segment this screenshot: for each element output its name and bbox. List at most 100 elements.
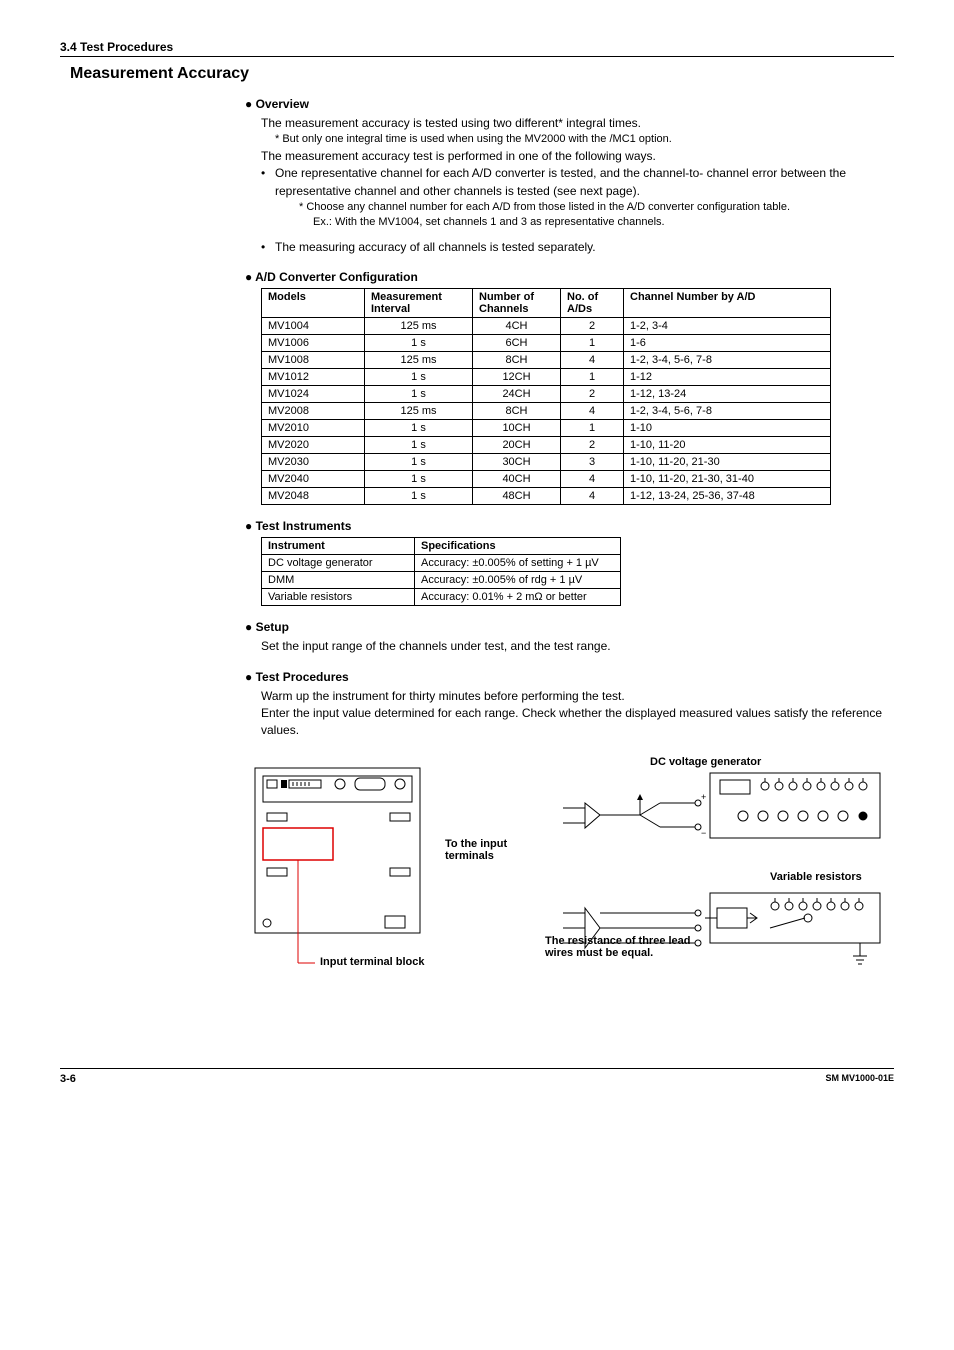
overview-heading: ● Overview bbox=[245, 97, 894, 111]
dc-generator-label: DC voltage generator bbox=[650, 756, 761, 768]
table-row: Variable resistorsAccuracy: 0.01% + 2 mΩ… bbox=[262, 589, 621, 606]
cell-channel-number: 1-2, 3-4, 5-6, 7-8 bbox=[624, 352, 831, 369]
variable-resistors-label: Variable resistors bbox=[770, 871, 862, 883]
to-input-label: To the input terminals bbox=[445, 838, 535, 862]
cell-spec: Accuracy: 0.01% + 2 mΩ or better bbox=[415, 589, 621, 606]
cell-interval: 1 s bbox=[365, 471, 473, 488]
overview-line1: The measurement accuracy is tested using… bbox=[261, 115, 894, 132]
cell-model: MV2008 bbox=[262, 403, 365, 420]
table-row: MV20481 s48CH41-12, 13-24, 25-36, 37-48 bbox=[262, 488, 831, 505]
instruments-table: Instrument Specifications DC voltage gen… bbox=[261, 537, 621, 606]
table-row: MV1004125 ms4CH21-2, 3-4 bbox=[262, 318, 831, 335]
th-mi: Measurement Interval bbox=[365, 289, 473, 318]
page-title: Measurement Accuracy bbox=[70, 65, 894, 83]
cell-channels: 20CH bbox=[473, 437, 561, 454]
cell-model: MV2010 bbox=[262, 420, 365, 437]
cell-channel-number: 1-2, 3-4, 5-6, 7-8 bbox=[624, 403, 831, 420]
cell-channels: 12CH bbox=[473, 369, 561, 386]
cell-channel-number: 1-6 bbox=[624, 335, 831, 352]
cell-ads: 4 bbox=[561, 471, 624, 488]
svg-text:+: + bbox=[701, 792, 706, 802]
overview-note2a: * Choose any channel number for each A/D… bbox=[299, 200, 894, 215]
bullet-dot: • bbox=[261, 239, 275, 256]
cell-ads: 4 bbox=[561, 403, 624, 420]
cell-model: MV2030 bbox=[262, 454, 365, 471]
cell-interval: 1 s bbox=[365, 369, 473, 386]
cell-model: MV1004 bbox=[262, 318, 365, 335]
cell-model: MV2040 bbox=[262, 471, 365, 488]
bullet-dot: • bbox=[261, 165, 275, 200]
th-ch: Number of Channels bbox=[473, 289, 561, 318]
cell-model: MV1006 bbox=[262, 335, 365, 352]
table-row: MV1008125 ms8CH41-2, 3-4, 5-6, 7-8 bbox=[262, 352, 831, 369]
cell-interval: 1 s bbox=[365, 437, 473, 454]
svg-text:−: − bbox=[701, 828, 706, 838]
cell-channels: 30CH bbox=[473, 454, 561, 471]
table-row: MV10241 s24CH21-12, 13-24 bbox=[262, 386, 831, 403]
overview-line2: The measurement accuracy test is perform… bbox=[261, 148, 894, 165]
table-row: MV10061 s6CH11-6 bbox=[262, 335, 831, 352]
cell-instrument: DC voltage generator bbox=[262, 555, 415, 572]
cell-channel-number: 1-12 bbox=[624, 369, 831, 386]
cell-channels: 48CH bbox=[473, 488, 561, 505]
table-row: MV20101 s10CH11-10 bbox=[262, 420, 831, 437]
lead-wires-label: The resistance of three lead wires must … bbox=[545, 935, 710, 959]
page-number: 3-6 bbox=[60, 1073, 76, 1085]
cell-interval: 1 s bbox=[365, 386, 473, 403]
cell-ads: 1 bbox=[561, 335, 624, 352]
cell-ads: 2 bbox=[561, 386, 624, 403]
overview-bullet2: The measuring accuracy of all channels i… bbox=[275, 239, 596, 256]
adc-heading: ● A/D Converter Configuration bbox=[245, 270, 894, 284]
diagram-svg: + − bbox=[245, 758, 905, 1018]
cell-channels: 4CH bbox=[473, 318, 561, 335]
cell-interval: 1 s bbox=[365, 420, 473, 437]
cell-channel-number: 1-12, 13-24 bbox=[624, 386, 831, 403]
overview-note2b: Ex.: With the MV1004, set channels 1 and… bbox=[313, 215, 894, 230]
cell-model: MV1024 bbox=[262, 386, 365, 403]
overview-note1: * But only one integral time is used whe… bbox=[275, 132, 894, 147]
procedures-line1: Warm up the instrument for thirty minute… bbox=[261, 688, 894, 705]
table-row: MV20301 s30CH31-10, 11-20, 21-30 bbox=[262, 454, 831, 471]
th-models: Models bbox=[262, 289, 365, 318]
cell-ads: 2 bbox=[561, 437, 624, 454]
cell-channels: 24CH bbox=[473, 386, 561, 403]
cell-ads: 1 bbox=[561, 369, 624, 386]
cell-model: MV2020 bbox=[262, 437, 365, 454]
cell-ads: 4 bbox=[561, 488, 624, 505]
cell-channel-number: 1-2, 3-4 bbox=[624, 318, 831, 335]
table-row: MV20201 s20CH21-10, 11-20 bbox=[262, 437, 831, 454]
overview-bullet1a: One representative channel for each A/D … bbox=[275, 166, 703, 180]
cell-channels: 8CH bbox=[473, 403, 561, 420]
cell-spec: Accuracy: ±0.005% of setting + 1 µV bbox=[415, 555, 621, 572]
cell-interval: 1 s bbox=[365, 488, 473, 505]
cell-channel-number: 1-12, 13-24, 25-36, 37-48 bbox=[624, 488, 831, 505]
table-row: MV10121 s12CH11-12 bbox=[262, 369, 831, 386]
table-row: DMMAccuracy: ±0.005% of rdg + 1 µV bbox=[262, 572, 621, 589]
cell-ads: 3 bbox=[561, 454, 624, 471]
cell-interval: 125 ms bbox=[365, 403, 473, 420]
cell-channels: 8CH bbox=[473, 352, 561, 369]
cell-interval: 125 ms bbox=[365, 352, 473, 369]
cell-channels: 10CH bbox=[473, 420, 561, 437]
cell-channel-number: 1-10, 11-20 bbox=[624, 437, 831, 454]
cell-channels: 6CH bbox=[473, 335, 561, 352]
table-row: MV20401 s40CH41-10, 11-20, 21-30, 31-40 bbox=[262, 471, 831, 488]
cell-channel-number: 1-10, 11-20, 21-30, 31-40 bbox=[624, 471, 831, 488]
adc-table: Models Measurement Interval Number of Ch… bbox=[261, 288, 831, 505]
cell-ads: 2 bbox=[561, 318, 624, 335]
cell-channel-number: 1-10 bbox=[624, 420, 831, 437]
setup-text: Set the input range of the channels unde… bbox=[261, 638, 894, 655]
procedures-line2: Enter the input value determined for eac… bbox=[261, 705, 894, 740]
th-instrument: Instrument bbox=[262, 538, 415, 555]
cell-model: MV1012 bbox=[262, 369, 365, 386]
th-cn: Channel Number by A/D bbox=[624, 289, 831, 318]
cell-model: MV2048 bbox=[262, 488, 365, 505]
table-row: DC voltage generatorAccuracy: ±0.005% of… bbox=[262, 555, 621, 572]
cell-model: MV1008 bbox=[262, 352, 365, 369]
th-ad: No. of A/Ds bbox=[561, 289, 624, 318]
setup-heading: ● Setup bbox=[245, 620, 894, 634]
cell-ads: 4 bbox=[561, 352, 624, 369]
cell-ads: 1 bbox=[561, 420, 624, 437]
procedures-heading: ● Test Procedures bbox=[245, 670, 894, 684]
cell-interval: 125 ms bbox=[365, 318, 473, 335]
